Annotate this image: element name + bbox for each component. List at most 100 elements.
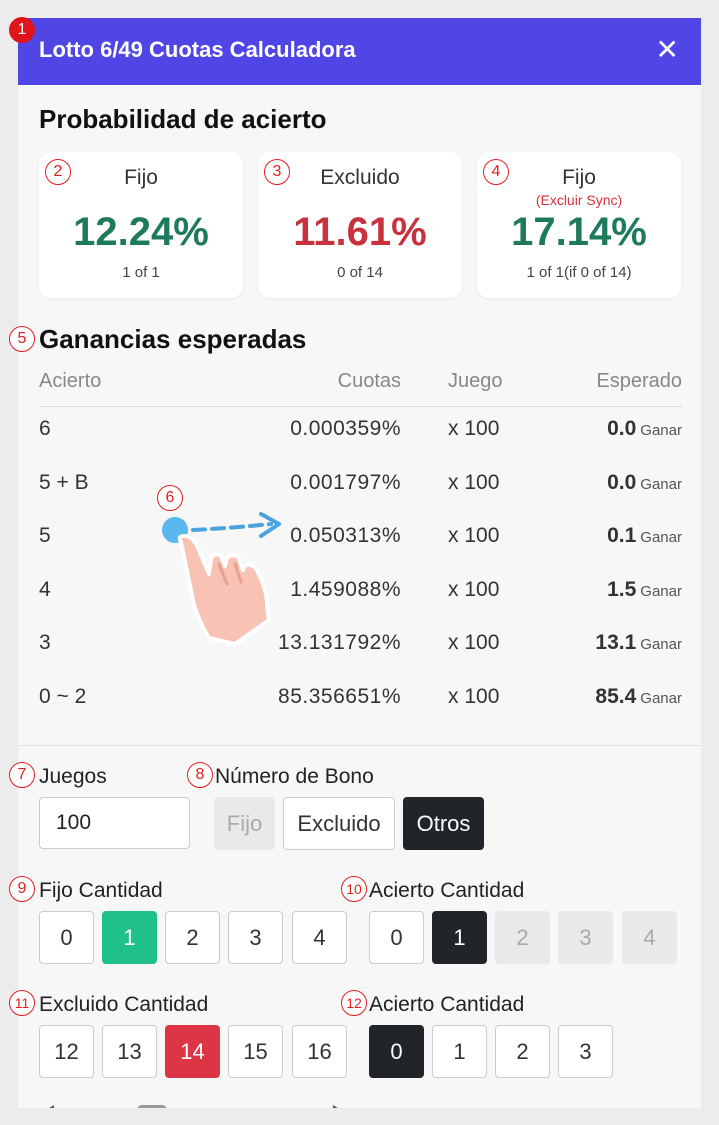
close-icon[interactable]: ✕	[656, 34, 679, 66]
fixed-count-label: Fijo Cantidad	[39, 879, 163, 902]
expected-value: 0.0	[607, 417, 637, 440]
cell-game: x 100	[448, 684, 500, 708]
cell-odds: 0.001797%	[290, 470, 401, 494]
scrollbar-thumb[interactable]	[137, 1105, 167, 1108]
card-count: 1 of 1	[122, 264, 160, 281]
cell-expected: 0.0 Ganar	[607, 471, 682, 495]
table-header: Acierto Cuotas Juego Esperado	[39, 364, 682, 407]
section-divider	[18, 745, 701, 746]
card-percent: 11.61%	[293, 210, 427, 254]
cell-expected: 0.0 Ganar	[607, 417, 682, 441]
games-label: Juegos	[39, 765, 107, 788]
expected-value: 0.0	[607, 470, 637, 494]
annotation-badge: 3	[264, 159, 290, 185]
annotation-badge: 6	[157, 485, 183, 511]
hit-count-option[interactable]: 1	[432, 911, 487, 964]
annotation-badge: 7	[9, 762, 35, 788]
excluded-count-option[interactable]: 15	[228, 1025, 283, 1078]
earnings-title: Ganancias esperadas	[39, 324, 307, 354]
bonus-option-others[interactable]: Otros	[403, 797, 484, 850]
expected-value: 85.4	[595, 684, 637, 708]
fixed-count-option[interactable]: 1	[102, 911, 157, 964]
annotation-badge: 4	[483, 159, 509, 185]
header-game: Juego	[448, 370, 503, 392]
cell-match: 4	[39, 577, 51, 601]
table-row: 3 13.131792% x 100 13.1 Ganar	[39, 621, 682, 675]
hit-count-label-2: Acierto Cantidad	[369, 993, 525, 1016]
hit-count-2-option[interactable]: 3	[558, 1025, 613, 1078]
annotation-badge: 10	[341, 876, 367, 902]
excluded-count-option[interactable]: 16	[292, 1025, 347, 1078]
hit-count-option[interactable]: 2	[495, 911, 550, 964]
expected-unit: Ganar	[640, 422, 682, 439]
table-row: 4 1.459088% x 100 1.5 Ganar	[39, 568, 682, 622]
cell-expected: 13.1 Ganar	[595, 631, 682, 655]
cell-expected: 1.5 Ganar	[607, 578, 682, 602]
fixed-count-option[interactable]: 3	[228, 911, 283, 964]
excluded-count-option[interactable]: 14	[165, 1025, 220, 1078]
annotation-badge: 2	[45, 159, 71, 185]
table-row: 5 0.050313% x 100 0.1 Ganar	[39, 514, 682, 568]
horizontal-scrollbar[interactable]	[46, 1103, 346, 1108]
cell-match: 0 ~ 2	[39, 684, 87, 708]
bonus-option-excluded[interactable]: Excluido	[283, 797, 395, 850]
dialog-title: Lotto 6/49 Cuotas Calculadora	[39, 37, 356, 62]
table-row: 5 + B 0.001797% x 100 0.0 Ganar	[39, 461, 682, 515]
arrow-left-icon[interactable]	[46, 1105, 54, 1108]
swipe-hand-icon	[162, 512, 281, 646]
card-count: 1 of 1(if 0 of 14)	[526, 264, 632, 281]
hit-count-2-option[interactable]: 2	[495, 1025, 550, 1078]
hit-count-label: Acierto Cantidad	[369, 879, 525, 902]
expected-value: 13.1	[595, 631, 637, 654]
fixed-count-option[interactable]: 0	[39, 911, 94, 964]
expected-unit: Ganar	[640, 689, 682, 707]
expected-value: 0.1	[607, 524, 637, 547]
calculator-dialog: Lotto 6/49 Cuotas Calculadora ✕ Probabil…	[18, 18, 701, 1108]
cell-match: 5 + B	[39, 470, 89, 494]
cell-game: x 100	[448, 524, 500, 547]
excluded-count-option[interactable]: 13	[102, 1025, 157, 1078]
fixed-count-option[interactable]: 4	[292, 911, 347, 964]
excluded-count-label: Excluido Cantidad	[39, 993, 209, 1016]
earnings-table: Acierto Cuotas Juego Esperado 6 0.000359…	[39, 364, 682, 728]
annotation-badge: 1	[9, 17, 35, 43]
probability-title: Probabilidad de acierto	[39, 104, 327, 134]
annotation-badge: 12	[341, 990, 367, 1016]
annotation-badge: 9	[9, 876, 35, 902]
excluded-count-option[interactable]: 12	[39, 1025, 94, 1078]
cell-expected: 85.4 Ganar	[595, 685, 682, 709]
arrow-right-icon[interactable]	[333, 1105, 341, 1108]
cell-expected: 0.1 Ganar	[607, 524, 682, 548]
table-row: 0 ~ 2 85.356651% x 100 85.4 Ganar	[39, 675, 682, 729]
annotation-badge: 11	[9, 990, 35, 1016]
table-row: 6 0.000359% x 100 0.0 Ganar	[39, 407, 682, 461]
card-sublabel: (Excluir Sync)	[535, 192, 623, 208]
expected-value: 1.5	[607, 577, 637, 601]
hit-count-option[interactable]: 4	[622, 911, 677, 964]
cell-game: x 100	[448, 577, 500, 601]
header-match: Acierto	[39, 370, 102, 392]
expected-unit: Ganar	[640, 582, 682, 600]
cell-game: x 100	[448, 470, 500, 494]
cell-game: x 100	[448, 417, 500, 440]
cell-match: 3	[39, 631, 51, 654]
card-percent: 17.14%	[511, 210, 647, 254]
cell-match: 5	[39, 524, 51, 547]
expected-unit: Ganar	[640, 475, 682, 493]
annotation-badge: 8	[187, 762, 213, 788]
bonus-label: Número de Bono	[215, 765, 374, 788]
games-input[interactable]: 100	[39, 797, 190, 849]
expected-unit: Ganar	[640, 529, 682, 546]
header-expected: Esperado	[596, 370, 682, 392]
bonus-option-fixed[interactable]: Fijo	[214, 797, 275, 850]
card-percent: 12.24%	[73, 210, 209, 254]
hit-count-option[interactable]: 0	[369, 911, 424, 964]
expected-unit: Ganar	[640, 636, 682, 653]
annotation-badge: 5	[9, 326, 35, 352]
hit-count-2-option[interactable]: 1	[432, 1025, 487, 1078]
cell-odds: 85.356651%	[278, 684, 401, 708]
hit-count-option[interactable]: 3	[558, 911, 613, 964]
fixed-count-option[interactable]: 2	[165, 911, 220, 964]
cell-odds: 0.000359%	[290, 417, 401, 440]
hit-count-2-option[interactable]: 0	[369, 1025, 424, 1078]
